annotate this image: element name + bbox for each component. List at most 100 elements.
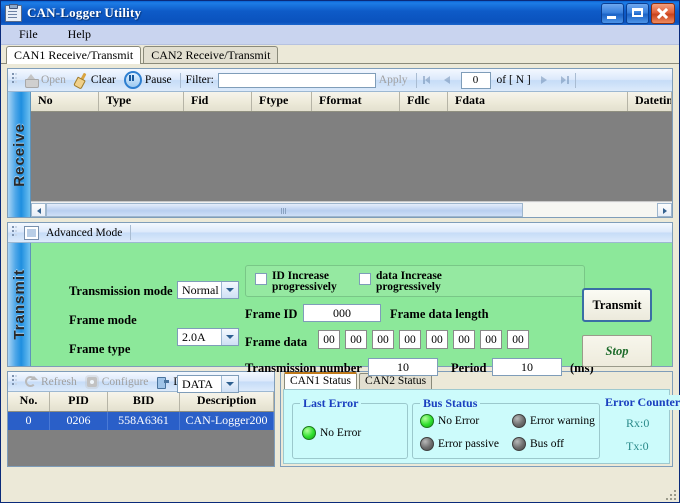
- first-page-icon[interactable]: [422, 73, 437, 87]
- device-cell-description: CAN-Logger200: [180, 412, 274, 430]
- transmission-mode-label: Transmission mode: [69, 284, 173, 299]
- frame-data-byte-3[interactable]: 00: [399, 330, 421, 349]
- column-header-fdlc[interactable]: Fdlc: [400, 92, 448, 111]
- bottom-section: Refresh Configure Disconnect No. PID BID…: [7, 371, 673, 467]
- application-window: CAN-Logger Utility File Help CAN1 Receiv…: [0, 0, 680, 503]
- scroll-left-button[interactable]: [31, 203, 46, 217]
- data-increase-checkbox-row[interactable]: data Increase progressively: [359, 271, 442, 293]
- tab-can2-receive-transmit[interactable]: CAN2 Receive/Transmit: [143, 46, 278, 63]
- frame-data-byte-6[interactable]: 00: [480, 330, 502, 349]
- data-increase-checkbox[interactable]: [359, 273, 371, 285]
- menu-item-help[interactable]: Help: [64, 26, 95, 43]
- refresh-button[interactable]: Refresh: [21, 374, 82, 390]
- toolbar-separator-1: [180, 73, 181, 88]
- column-header-fid[interactable]: Fid: [184, 92, 252, 111]
- table-row[interactable]: 0 0206 558A6361 CAN-Logger200: [8, 412, 274, 430]
- refresh-button-label: Refresh: [41, 376, 77, 388]
- toolbar-separator-3: [575, 73, 576, 88]
- window-title: CAN-Logger Utility: [27, 5, 601, 21]
- last-page-icon[interactable]: [555, 73, 570, 87]
- tab-can1-receive-transmit[interactable]: CAN1 Receive/Transmit: [6, 46, 141, 64]
- menu-item-file[interactable]: File: [15, 26, 42, 43]
- error-counter-title: Error Counter: [602, 395, 680, 410]
- frame-data-byte-4[interactable]: 00: [426, 330, 448, 349]
- frame-type-label: Frame type: [69, 342, 130, 357]
- period-input[interactable]: 10: [492, 358, 562, 376]
- pause-icon: [124, 71, 142, 89]
- device-grid-empty-area[interactable]: [8, 430, 274, 466]
- last-error-title: Last Error: [300, 396, 361, 411]
- chevron-down-icon[interactable]: [221, 376, 238, 392]
- frame-type-select[interactable]: DATA: [177, 375, 239, 393]
- frame-id-input[interactable]: 000: [303, 304, 381, 322]
- id-increase-checkbox[interactable]: [255, 273, 267, 285]
- frame-data-byte-0[interactable]: 00: [318, 330, 340, 349]
- transmit-side-label-text: Transmit: [11, 269, 28, 340]
- column-header-fdata[interactable]: Fdata: [448, 92, 628, 111]
- filter-input[interactable]: [218, 73, 376, 88]
- frame-data-label: Frame data: [245, 335, 307, 350]
- id-increase-label-line2: progressively: [272, 282, 337, 293]
- last-error-group: Last Error No Error: [292, 403, 408, 459]
- pause-button-label: Pause: [145, 74, 172, 86]
- clear-button-label: Clear: [91, 74, 116, 86]
- period-label: Period: [451, 361, 486, 376]
- transmit-panel: Advanced Mode Transmit Transmission mode…: [7, 222, 673, 367]
- status-body: Last Error No Error Bus Status No Error …: [283, 389, 670, 464]
- device-cell-pid: 0206: [50, 412, 108, 430]
- transmit-button[interactable]: Transmit: [582, 288, 652, 322]
- transmission-mode-select[interactable]: Normal: [177, 281, 239, 299]
- column-header-type[interactable]: Type: [99, 92, 184, 111]
- configure-button[interactable]: Configure: [82, 374, 154, 390]
- scroll-thumb[interactable]: [46, 203, 523, 217]
- id-increase-checkbox-row[interactable]: ID Increase progressively: [255, 271, 337, 293]
- advanced-mode-button[interactable]: Advanced Mode: [21, 225, 127, 241]
- transmit-fields: Transmission mode Normal Frame mode 2.0A…: [31, 243, 672, 366]
- toolbar-separator-2: [416, 73, 417, 88]
- frame-data-byte-7[interactable]: 00: [507, 330, 529, 349]
- chevron-down-icon[interactable]: [221, 282, 238, 298]
- filter-label: Filter:: [186, 74, 214, 86]
- advanced-toolbar-grip[interactable]: [11, 225, 18, 241]
- frame-data-byte-5[interactable]: 00: [453, 330, 475, 349]
- bus-status-no-error-label: No Error: [438, 415, 479, 427]
- receive-panel: Open Clear Pause Filter: Apply 0 of [ N …: [7, 68, 673, 218]
- window-icon: [24, 226, 39, 240]
- previous-page-icon[interactable]: [441, 73, 456, 87]
- toolbar-grip[interactable]: [11, 72, 18, 88]
- pause-button[interactable]: Pause: [121, 70, 177, 90]
- device-toolbar-grip[interactable]: [11, 374, 18, 390]
- maximize-button[interactable]: [626, 3, 649, 24]
- device-column-header-description[interactable]: Description: [180, 392, 274, 411]
- receive-grid-body[interactable]: [31, 112, 672, 201]
- open-button[interactable]: Open: [21, 72, 71, 88]
- frame-data-byte-1[interactable]: 00: [345, 330, 367, 349]
- device-column-header-no[interactable]: No.: [8, 392, 50, 411]
- scroll-right-button[interactable]: [657, 203, 672, 217]
- column-header-datetime[interactable]: Datetime: [628, 92, 672, 111]
- column-header-fformat[interactable]: Fformat: [312, 92, 400, 111]
- bus-status-no-error-row: No Error: [420, 414, 479, 428]
- apply-button[interactable]: Apply: [376, 73, 413, 87]
- frame-mode-select[interactable]: 2.0A: [177, 328, 239, 346]
- next-page-icon[interactable]: [536, 73, 551, 87]
- page-number-input[interactable]: 0: [461, 72, 491, 89]
- close-button[interactable]: [651, 3, 675, 24]
- receive-toolbar: Open Clear Pause Filter: Apply 0 of [ N …: [8, 69, 672, 92]
- receive-horizontal-scrollbar[interactable]: [31, 201, 672, 217]
- transmission-mode-value: Normal: [182, 283, 219, 298]
- receive-grid-header: No Type Fid Ftype Fformat Fdlc Fdata Dat…: [31, 92, 672, 112]
- column-header-no[interactable]: No: [31, 92, 99, 111]
- chevron-down-icon[interactable]: [221, 329, 238, 345]
- clear-button[interactable]: Clear: [71, 72, 121, 88]
- device-column-header-bid[interactable]: BID: [108, 392, 180, 411]
- scroll-track[interactable]: [46, 203, 657, 217]
- stop-button[interactable]: Stop: [582, 335, 652, 367]
- column-header-ftype[interactable]: Ftype: [252, 92, 312, 111]
- configure-button-label: Configure: [102, 376, 149, 388]
- minimize-button[interactable]: [601, 3, 624, 24]
- resize-grip[interactable]: [665, 489, 677, 501]
- frame-data-byte-2[interactable]: 00: [372, 330, 394, 349]
- transmission-number-input[interactable]: 10: [368, 358, 438, 376]
- device-column-header-pid[interactable]: PID: [50, 392, 108, 411]
